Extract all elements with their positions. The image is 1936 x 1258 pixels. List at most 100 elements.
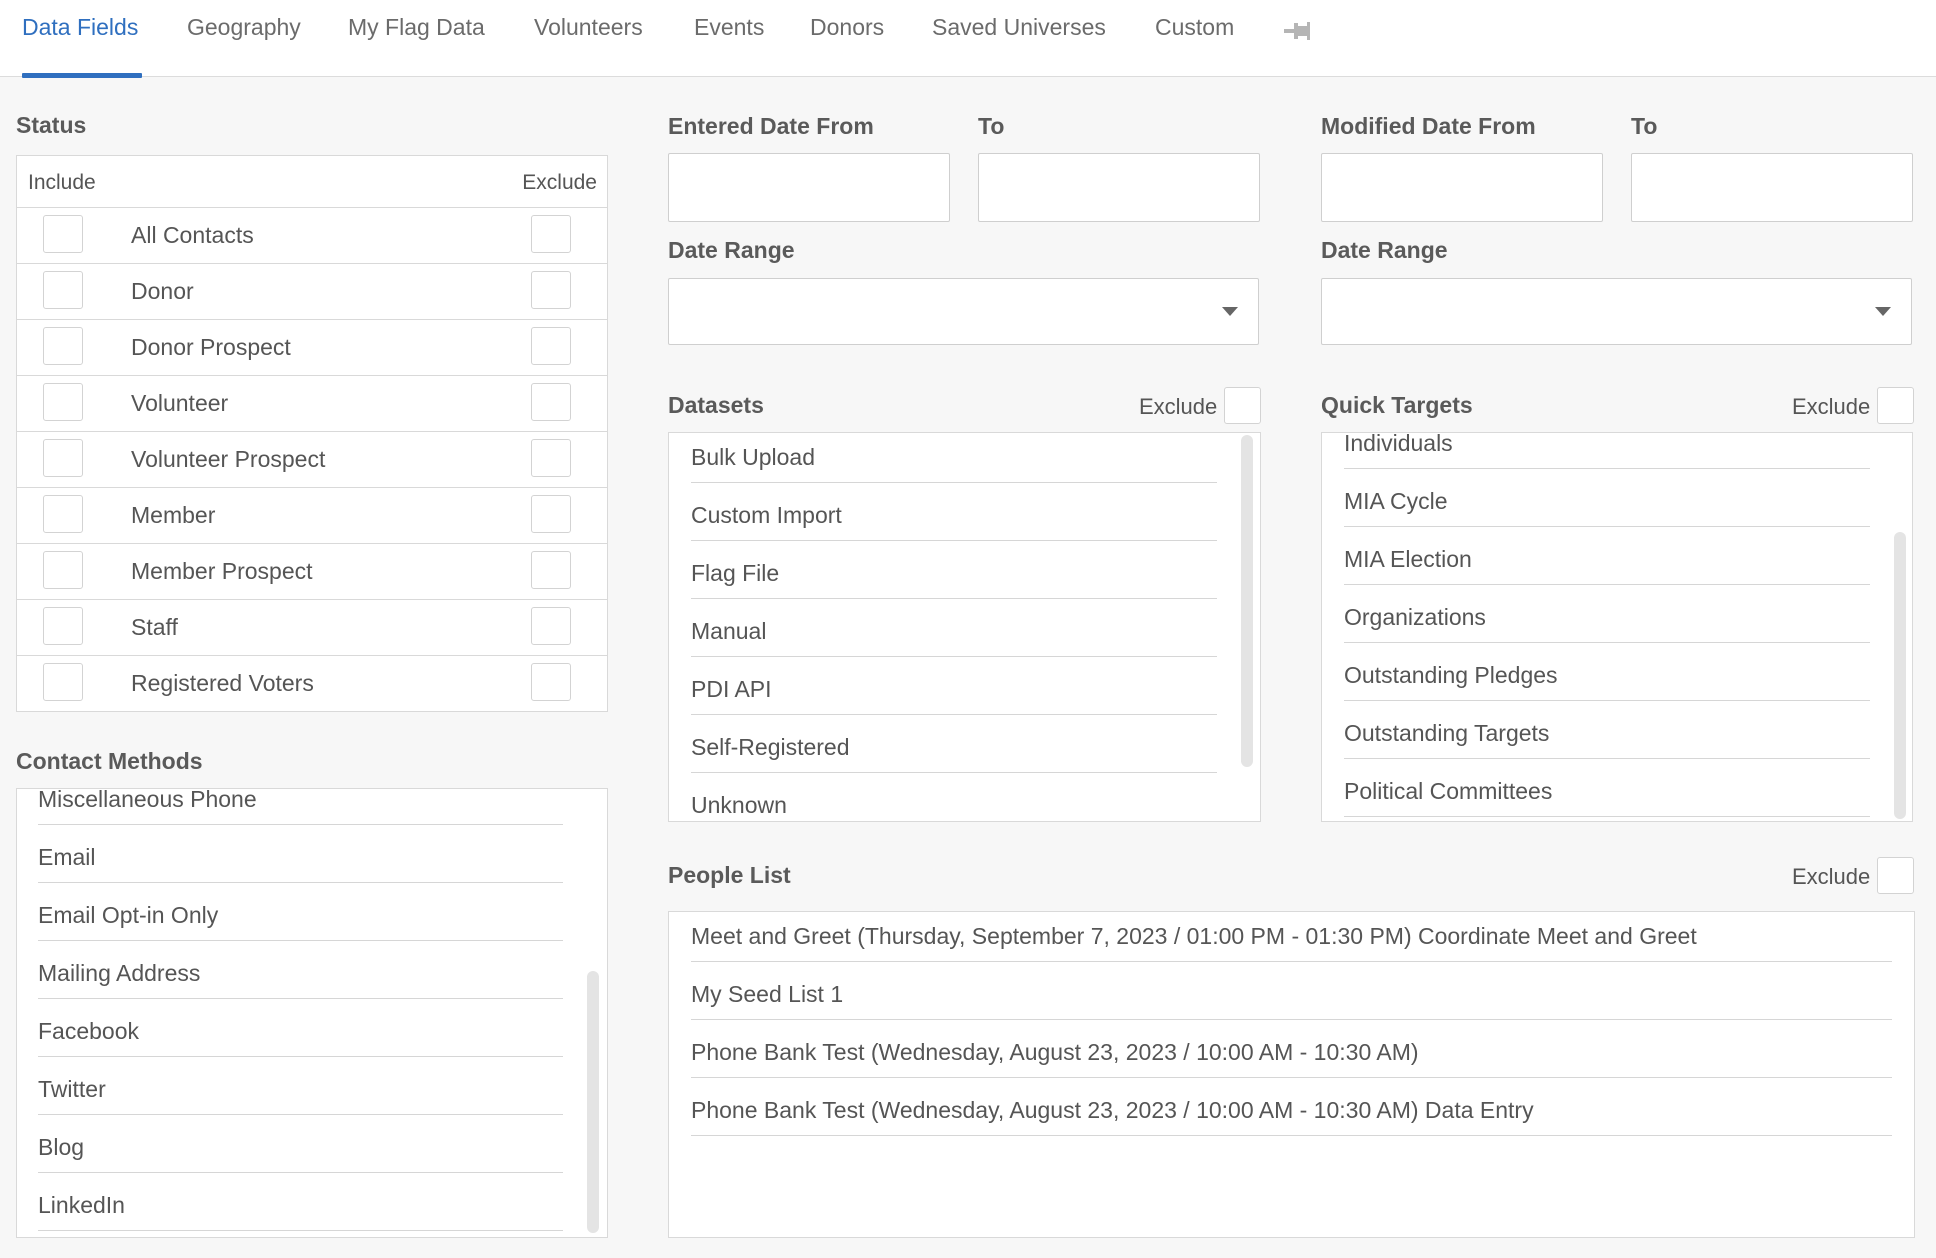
list-item[interactable]: Bulk Upload <box>691 433 1217 483</box>
tab-my-flag-data[interactable]: My Flag Data <box>348 0 485 77</box>
people-list-exclude-checkbox[interactable] <box>1877 857 1914 894</box>
list-item[interactable]: Email Opt-in Only <box>38 891 563 941</box>
modified-date-from-label: Modified Date From <box>1321 113 1536 139</box>
list-item-label: Phone Bank Test (Wednesday, August 23, 2… <box>691 1097 1534 1123</box>
tab-donors[interactable]: Donors <box>810 0 884 77</box>
list-item[interactable]: Phone Bank Test (Wednesday, August 23, 2… <box>691 1028 1892 1078</box>
list-item-label: PDI API <box>691 676 772 702</box>
entered-date-range-label: Date Range <box>668 237 795 263</box>
list-item[interactable]: Blog <box>38 1123 563 1173</box>
status-row-volunteer-prospect: Volunteer Prospect <box>17 432 607 488</box>
tab-geography[interactable]: Geography <box>187 0 301 77</box>
status-label: Staff <box>131 614 178 640</box>
exclude-checkbox[interactable] <box>531 271 571 309</box>
tab-volunteers[interactable]: Volunteers <box>534 0 643 77</box>
include-checkbox[interactable] <box>43 383 83 421</box>
datasets-exclude-label: Exclude <box>1139 394 1218 419</box>
list-item-label: Manual <box>691 618 767 644</box>
list-item[interactable]: MIA Election <box>1344 535 1870 585</box>
list-item-label: Unknown <box>691 792 787 818</box>
list-item-label: Phone Bank Test (Wednesday, August 23, 2… <box>691 1039 1419 1065</box>
entered-date-to-input[interactable] <box>978 153 1260 222</box>
list-item[interactable]: Custom Import <box>691 491 1217 541</box>
include-checkbox[interactable] <box>43 663 83 701</box>
datasets-scrollbar[interactable] <box>1241 435 1253 767</box>
tab-events[interactable]: Events <box>694 0 764 77</box>
contact-methods-scrollbar[interactable] <box>587 971 599 1233</box>
contact-methods-viewport: Miscellaneous Phone Email Email Opt-in O… <box>17 789 577 1236</box>
list-item-label: Email <box>38 844 96 870</box>
include-checkbox[interactable] <box>43 607 83 645</box>
list-item[interactable]: LinkedIn <box>38 1181 563 1231</box>
quick-targets-list: Individuals MIA Cycle MIA Election Organ… <box>1321 432 1913 822</box>
entered-date-from-input[interactable] <box>668 153 950 222</box>
exclude-checkbox[interactable] <box>531 495 571 533</box>
list-item[interactable]: Twitter <box>38 1065 563 1115</box>
modified-date-from-input[interactable] <box>1321 153 1603 222</box>
list-item[interactable]: Outstanding Targets <box>1344 709 1870 759</box>
list-item[interactable]: Outstanding Pledges <box>1344 651 1870 701</box>
datasets-exclude-checkbox[interactable] <box>1224 387 1261 424</box>
datasets-viewport: Bulk Upload Custom Import Flag File Manu… <box>669 433 1229 820</box>
list-item[interactable]: Miscellaneous Phone <box>38 789 563 825</box>
list-item-label: Individuals <box>1344 433 1453 456</box>
list-item[interactable]: Organizations <box>1344 593 1870 643</box>
tab-data-fields[interactable]: Data Fields <box>22 0 143 78</box>
chevron-down-icon <box>1875 307 1891 316</box>
list-item-label: Organizations <box>1344 604 1486 630</box>
include-checkbox[interactable] <box>43 439 83 477</box>
entered-date-range-select[interactable] <box>668 278 1259 345</box>
include-checkbox[interactable] <box>43 327 83 365</box>
list-item-label: Bulk Upload <box>691 444 816 470</box>
list-item[interactable]: Political Committees <box>1344 767 1870 817</box>
list-item-label: Blog <box>38 1134 85 1160</box>
modified-date-range-select[interactable] <box>1321 278 1912 345</box>
list-item[interactable]: Self-Registered <box>691 723 1217 773</box>
exclude-checkbox[interactable] <box>531 439 571 477</box>
include-checkbox[interactable] <box>43 551 83 589</box>
pin-icon[interactable] <box>1282 18 1312 44</box>
exclude-checkbox[interactable] <box>531 215 571 253</box>
modified-date-to-label: To <box>1631 113 1658 139</box>
list-item-label: Meet and Greet (Thursday, September 7, 2… <box>691 923 1697 949</box>
chevron-down-icon <box>1222 307 1238 316</box>
entered-date-from-label: Entered Date From <box>668 113 874 139</box>
list-item[interactable]: Flag File <box>691 549 1217 599</box>
include-checkbox[interactable] <box>43 495 83 533</box>
list-item[interactable]: MIA Cycle <box>1344 477 1870 527</box>
list-item[interactable]: PDI API <box>691 665 1217 715</box>
quick-targets-scrollbar[interactable] <box>1894 532 1906 819</box>
include-column-label: Include <box>28 171 96 194</box>
quick-targets-exclude-checkbox[interactable] <box>1877 387 1914 424</box>
list-item[interactable]: My Seed List 1 <box>691 970 1892 1020</box>
list-item[interactable]: Phone Bank Test (Wednesday, August 23, 2… <box>691 1086 1892 1136</box>
status-label: Volunteer Prospect <box>131 446 326 472</box>
status-label: Registered Voters <box>131 670 314 696</box>
list-item[interactable]: Facebook <box>38 1007 563 1057</box>
list-item-label: Political Committees <box>1344 778 1553 804</box>
status-table-header: Include Exclude <box>17 156 607 208</box>
exclude-checkbox[interactable] <box>531 327 571 365</box>
exclude-checkbox[interactable] <box>531 607 571 645</box>
exclude-checkbox[interactable] <box>531 663 571 701</box>
status-row-donor-prospect: Donor Prospect <box>17 320 607 376</box>
people-list-heading: People List <box>668 862 791 888</box>
list-item[interactable]: Mailing Address <box>38 949 563 999</box>
list-item[interactable]: Individuals <box>1344 433 1870 469</box>
list-item[interactable]: Meet and Greet (Thursday, September 7, 2… <box>691 912 1892 962</box>
exclude-checkbox[interactable] <box>531 551 571 589</box>
exclude-checkbox[interactable] <box>531 383 571 421</box>
include-checkbox[interactable] <box>43 271 83 309</box>
list-item-label: Email Opt-in Only <box>38 902 219 928</box>
list-item[interactable]: Manual <box>691 607 1217 657</box>
list-item-label: Self-Registered <box>691 734 850 760</box>
include-checkbox[interactable] <box>43 215 83 253</box>
list-item-label: LinkedIn <box>38 1192 125 1218</box>
tab-saved-universes[interactable]: Saved Universes <box>932 0 1106 77</box>
list-item-label: Custom Import <box>691 502 842 528</box>
modified-date-to-input[interactable] <box>1631 153 1913 222</box>
list-item[interactable]: Unknown <box>691 781 1217 820</box>
list-item[interactable]: Email <box>38 833 563 883</box>
tab-custom[interactable]: Custom <box>1155 0 1234 77</box>
status-heading: Status <box>16 112 87 138</box>
